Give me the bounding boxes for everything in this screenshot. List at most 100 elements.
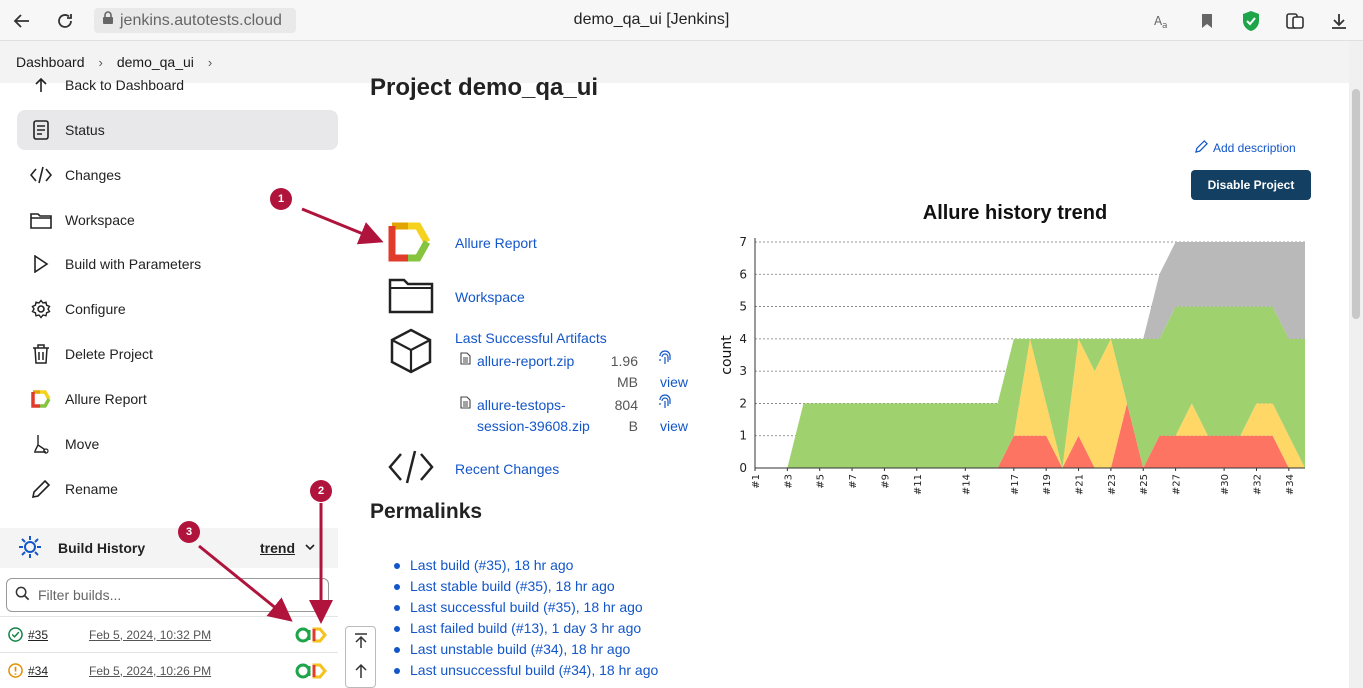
- arrow-up-icon[interactable]: [353, 663, 369, 684]
- x-tick-label: #19: [1042, 474, 1053, 495]
- sidebar-item-configure[interactable]: Configure: [17, 289, 338, 329]
- add-description-label: Add description: [1213, 141, 1296, 155]
- play-icon: [30, 253, 52, 275]
- artifact-link[interactable]: allure-testops-: [477, 397, 566, 413]
- search-icon: [15, 586, 30, 604]
- sidebar-item-label: Rename: [65, 481, 118, 497]
- allure-history-trend-chart[interactable]: 0 1 2 3 4 5 6 7 #1 #3 #5 #7 #9 #11 #14 #17 #19 #21 #23 #25 #…: [715, 228, 1315, 500]
- allure-icon: [30, 388, 52, 410]
- permalink-item[interactable]: Last build (#35), 18 hr ago: [394, 557, 658, 578]
- sidebar-item-label: Changes: [65, 167, 122, 183]
- artifact-link[interactable]: allure-report.zip: [477, 353, 574, 369]
- scrollbar-thumb[interactable]: [1352, 89, 1360, 319]
- view-link[interactable]: view: [660, 418, 688, 434]
- translate-icon[interactable]: Aa: [1151, 10, 1175, 32]
- y-tick-label: 7: [739, 235, 747, 249]
- file-icon: [460, 396, 471, 414]
- x-tick-label: #7: [848, 474, 859, 489]
- permalink-item[interactable]: Last unsuccessful build (#34), 18 hr ago: [394, 662, 658, 683]
- collections-icon[interactable]: [1283, 10, 1307, 32]
- sidebar-item-build-with-parameters[interactable]: Build with Parameters: [17, 244, 338, 284]
- permalink-item[interactable]: Last unstable build (#34), 18 hr ago: [394, 641, 658, 662]
- sidebar-item-back-to-dashboard[interactable]: Back to Dashboard: [17, 65, 338, 105]
- bookmark-icon[interactable]: [1195, 10, 1219, 32]
- artifact-link-line2[interactable]: session-39608.zip: [477, 418, 590, 434]
- x-tick-label: #25: [1139, 474, 1150, 495]
- move-icon: [30, 433, 52, 455]
- shield-icon[interactable]: [1239, 10, 1263, 32]
- sidebar-item-label: Configure: [65, 301, 126, 317]
- scroll-to-top-icon[interactable]: [353, 633, 369, 654]
- annotation-marker: 2: [310, 480, 332, 502]
- permalink-item[interactable]: Last successful build (#35), 18 hr ago: [394, 599, 658, 620]
- x-tick-label: #32: [1252, 474, 1263, 495]
- allure-testops-icon[interactable]: [295, 626, 327, 647]
- page-scrollbar[interactable]: [1349, 41, 1363, 688]
- allure-icon: [388, 222, 432, 267]
- sidebar-item-label: Build with Parameters: [65, 256, 202, 272]
- document-icon: [30, 119, 52, 141]
- x-tick-label: #9: [880, 474, 891, 489]
- download-icon[interactable]: [1327, 10, 1351, 32]
- window-title: demo_qa_ui [Jenkins]: [573, 11, 730, 28]
- chart-title: Allure history trend: [922, 202, 1108, 224]
- arrow-up-icon: [30, 74, 52, 96]
- gear-icon: [30, 298, 52, 320]
- sidebar-item-label: Status: [65, 122, 105, 138]
- chevron-down-icon[interactable]: [304, 540, 316, 556]
- success-icon: [8, 627, 23, 645]
- sidebar-item-changes[interactable]: Changes: [17, 155, 338, 195]
- view-link[interactable]: view: [660, 374, 688, 390]
- sidebar-item-label: Allure Report: [65, 391, 147, 407]
- trend-link[interactable]: trend: [260, 540, 295, 556]
- y-tick-label: 2: [739, 396, 747, 410]
- build-history-header: Build History trend: [0, 528, 338, 568]
- allure-testops-icon[interactable]: [295, 662, 327, 683]
- sidebar-item-label: Delete Project: [65, 346, 153, 362]
- allure-report-link[interactable]: Allure Report: [455, 235, 537, 251]
- sidebar-item-delete-project[interactable]: Delete Project: [17, 334, 338, 374]
- x-tick-label: #5: [816, 474, 827, 489]
- annotation-marker: 1: [270, 188, 292, 210]
- last-successful-artifacts-link[interactable]: Last Successful Artifacts: [455, 330, 607, 346]
- filter-builds-input[interactable]: Filter builds...: [6, 578, 329, 612]
- y-tick-label: 4: [739, 332, 747, 346]
- scroll-controls: [345, 626, 376, 688]
- permalink-item[interactable]: Last failed build (#13), 1 day 3 hr ago: [394, 620, 658, 641]
- y-axis-label: count: [719, 335, 735, 375]
- warning-icon: [8, 663, 23, 681]
- sidebar-item-label: Move: [65, 436, 100, 452]
- trash-icon: [30, 343, 52, 365]
- sidebar-item-workspace[interactable]: Workspace: [17, 200, 338, 240]
- code-icon: [30, 164, 52, 186]
- build-date[interactable]: Feb 5, 2024, 10:26 PM: [89, 664, 211, 678]
- recent-changes-link[interactable]: Recent Changes: [455, 461, 559, 477]
- file-icon: [460, 352, 471, 370]
- permalinks-list: Last build (#35), 18 hr ago Last stable …: [394, 557, 658, 683]
- x-tick-label: #27: [1172, 474, 1183, 495]
- artifact-size: 1.96: [610, 353, 638, 369]
- sidebar: Back to Dashboard Status Changes Workspa…: [0, 77, 345, 688]
- svg-text:a: a: [1162, 21, 1168, 29]
- permalink-item[interactable]: Last stable build (#35), 18 hr ago: [394, 578, 658, 599]
- artifact-size: 804: [614, 397, 638, 413]
- workspace-link[interactable]: Workspace: [455, 289, 525, 305]
- build-number[interactable]: #34: [28, 664, 48, 678]
- sidebar-item-status[interactable]: Status: [17, 110, 338, 150]
- x-tick-label: #1: [751, 474, 762, 489]
- x-tick-label: #17: [1010, 474, 1021, 495]
- disable-project-button[interactable]: Disable Project: [1191, 170, 1311, 200]
- y-tick-label: 5: [739, 300, 747, 314]
- add-description-link[interactable]: Add description: [1195, 140, 1296, 156]
- sidebar-item-move[interactable]: Move: [17, 424, 338, 464]
- build-history-title: Build History: [58, 540, 146, 556]
- fingerprint-icon[interactable]: [658, 350, 672, 371]
- build-row[interactable]: #35 Feb 5, 2024, 10:32 PM: [0, 616, 338, 652]
- build-date[interactable]: Feb 5, 2024, 10:32 PM: [89, 628, 211, 642]
- sidebar-item-allure-report[interactable]: Allure Report: [17, 379, 338, 419]
- build-row[interactable]: #34 Feb 5, 2024, 10:26 PM: [0, 652, 338, 688]
- sidebar-item-rename[interactable]: Rename: [17, 469, 338, 509]
- fingerprint-icon[interactable]: [658, 394, 672, 415]
- build-number[interactable]: #35: [28, 628, 48, 642]
- browser-toolbar: jenkins.autotests.cloud demo_qa_ui [Jenk…: [0, 0, 1363, 41]
